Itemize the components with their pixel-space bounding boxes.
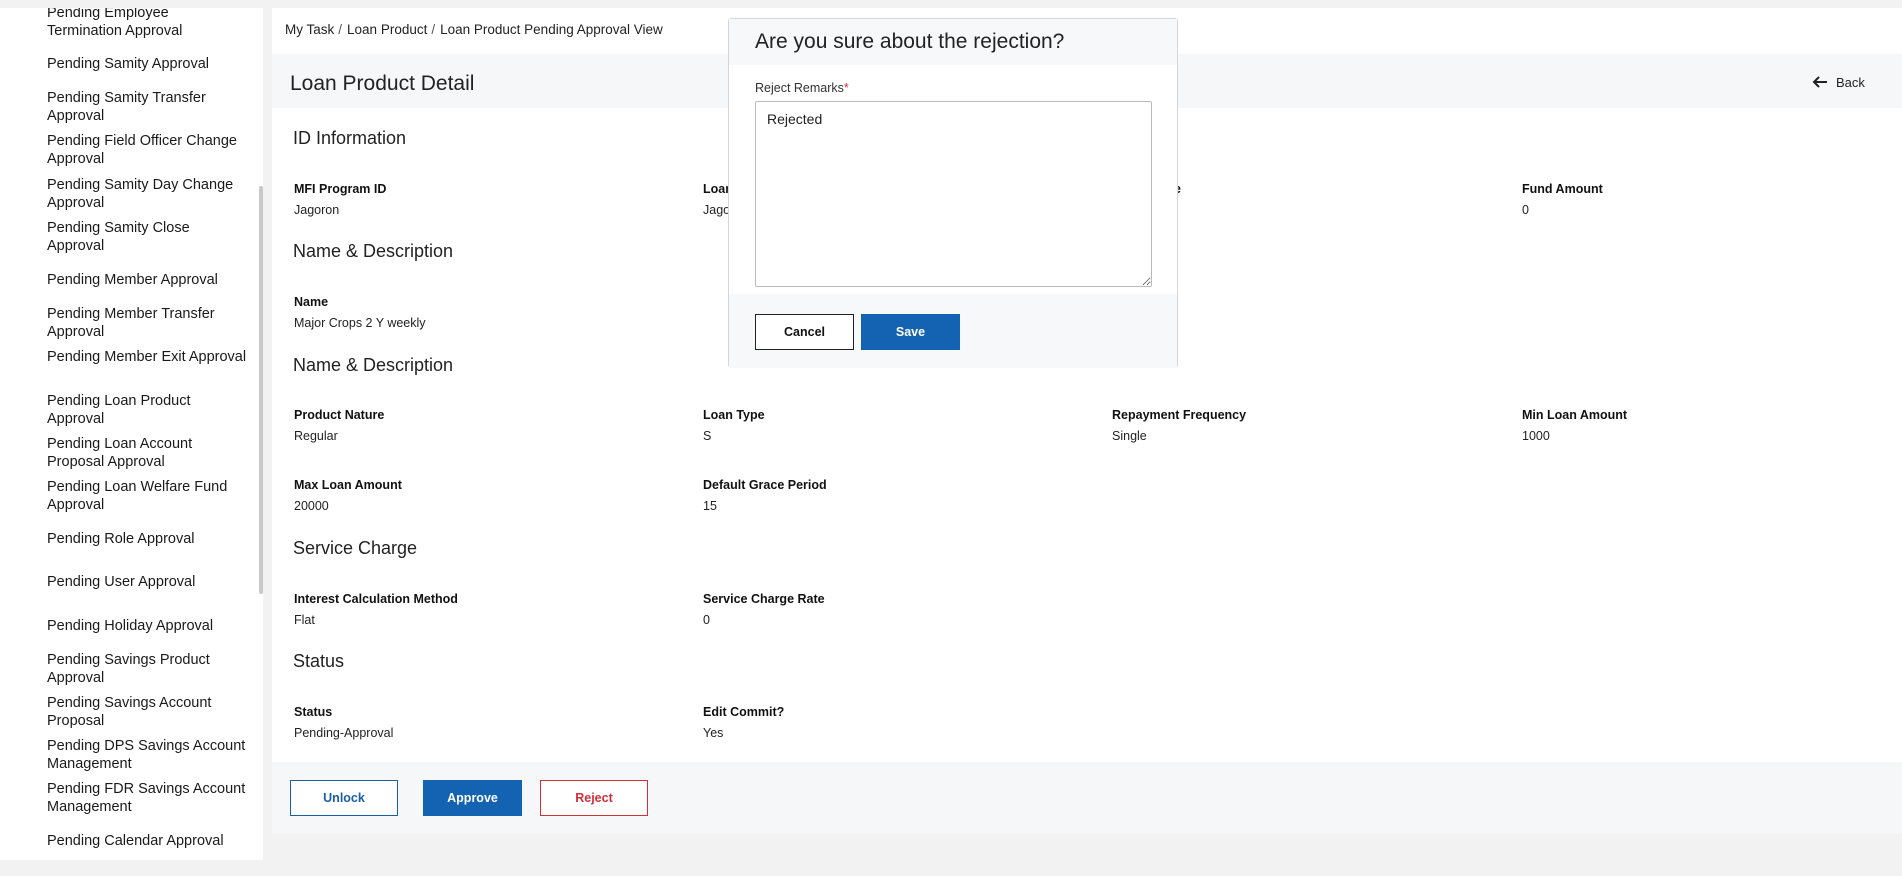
- section-title-status: Status: [293, 651, 345, 671]
- field-value-service-charge-rate: 0: [703, 613, 710, 627]
- field-label-loan-type: Loan Type: [703, 408, 765, 422]
- field-value-interest-calculation-method: Flat: [294, 613, 315, 627]
- required-marker: *: [843, 81, 849, 95]
- sidebar-item-calendar-approval[interactable]: Pending Calendar Approval: [47, 832, 247, 850]
- field-value-max-loan-amount: 20000: [294, 499, 329, 513]
- reject-remarks-input[interactable]: Rejected: [755, 101, 1152, 287]
- field-label-mfi-program-id: MFI Program ID: [294, 182, 387, 196]
- save-button[interactable]: Save: [861, 314, 960, 350]
- section-title-name-description: Name & Description: [293, 241, 454, 261]
- field-label-product-nature: Product Nature: [294, 408, 385, 422]
- sidebar-item-member-transfer[interactable]: Pending Member Transfer Approval: [47, 305, 247, 341]
- breadcrumb-separator: /: [431, 22, 436, 37]
- reject-confirmation-dialog: Are you sure about the rejection? Reject…: [728, 18, 1178, 368]
- field-label-edit-commit: Edit Commit?: [703, 705, 785, 719]
- dialog-title: Are you sure about the rejection?: [755, 30, 1065, 53]
- field-value-min-loan-amount: 1000: [1522, 429, 1550, 443]
- sidebar-item-savings-account-proposal[interactable]: Pending Savings Account Proposal: [47, 694, 247, 730]
- field-value-status: Pending-Approval: [294, 726, 394, 740]
- field-value-mfi-program-id: Jagoron: [294, 203, 340, 217]
- back-button[interactable]: Back: [1812, 74, 1865, 90]
- breadcrumb-my-task[interactable]: My Task: [285, 22, 334, 37]
- field-label-max-loan-amount: Max Loan Amount: [294, 478, 402, 492]
- arrow-left-icon: [1812, 76, 1827, 88]
- sidebar-item-savings-product[interactable]: Pending Savings Product Approval: [47, 651, 247, 687]
- reject-remarks-label: Reject Remarks*: [755, 81, 849, 95]
- breadcrumb-current: Loan Product Pending Approval View: [440, 22, 663, 37]
- field-label-status: Status: [294, 705, 333, 719]
- breadcrumb: My Task / Loan Product / Loan Product Pendin…: [285, 22, 667, 37]
- sidebar-item-employee-termination[interactable]: Pending Employee Termination Approval: [47, 8, 247, 40]
- sidebar-item-holiday-approval[interactable]: Pending Holiday Approval: [47, 617, 247, 635]
- unlock-button[interactable]: Unlock: [290, 780, 398, 816]
- field-value-loan-type: S: [703, 429, 712, 443]
- sidebar-item-user-approval[interactable]: Pending User Approval: [47, 573, 247, 591]
- field-label-service-charge-rate: Service Charge Rate: [703, 592, 825, 606]
- breadcrumb-loan-product[interactable]: Loan Product: [347, 22, 427, 37]
- sidebar-item-loan-welfare-fund[interactable]: Pending Loan Welfare Fund Approval: [47, 478, 247, 514]
- reject-button[interactable]: Reject: [540, 780, 648, 816]
- field-value-loan: Jago: [703, 203, 731, 217]
- field-value-default-grace-period: 15: [703, 499, 717, 513]
- field-label-name: Name: [294, 295, 329, 309]
- sidebar-scrollbar[interactable]: [259, 186, 263, 594]
- field-label-interest-calculation-method: Interest Calculation Method: [294, 592, 458, 606]
- sidebar-item-samity-approval[interactable]: Pending Samity Approval: [47, 55, 247, 73]
- section-title-id-information: ID Information: [293, 128, 407, 148]
- field-label-fund-amount: Fund Amount: [1522, 182, 1603, 196]
- sidebar-item-fdr-savings[interactable]: Pending FDR Savings Account Management: [47, 780, 247, 816]
- field-value-repayment-frequency: Single: [1112, 429, 1147, 443]
- sidebar-item-member-exit[interactable]: Pending Member Exit Approval: [47, 348, 247, 366]
- section-title-service-charge: Service Charge: [293, 538, 418, 558]
- reject-remarks-label-text: Reject Remarks: [755, 81, 844, 95]
- approve-button[interactable]: Approve: [423, 780, 522, 816]
- field-label-default-grace-period: Default Grace Period: [703, 478, 827, 492]
- sidebar: Pending Employee Termination Approval Pe…: [0, 8, 263, 860]
- sidebar-item-member-approval[interactable]: Pending Member Approval: [47, 271, 247, 289]
- sidebar-item-role-approval[interactable]: Pending Role Approval: [47, 530, 247, 548]
- sidebar-item-dps-savings[interactable]: Pending DPS Savings Account Management: [47, 737, 247, 773]
- field-label-repayment-frequency: Repayment Frequency: [1112, 408, 1247, 422]
- field-value-edit-commit: Yes: [703, 726, 724, 740]
- sidebar-item-field-officer-change[interactable]: Pending Field Officer Change Approval: [47, 132, 247, 168]
- sidebar-item-samity-day-change[interactable]: Pending Samity Day Change Approval: [47, 176, 247, 212]
- field-value-product-nature: Regular: [294, 429, 338, 443]
- field-label-min-loan-amount: Min Loan Amount: [1522, 408, 1628, 422]
- field-value-fund-amount: 0: [1522, 203, 1529, 217]
- sidebar-item-loan-account-proposal[interactable]: Pending Loan Account Proposal Approval: [47, 435, 247, 471]
- sidebar-item-samity-transfer[interactable]: Pending Samity Transfer Approval: [47, 89, 247, 125]
- page-title: Loan Product Detail: [290, 72, 475, 95]
- cancel-button[interactable]: Cancel: [755, 314, 854, 350]
- sidebar-item-samity-close[interactable]: Pending Samity Close Approval: [47, 219, 247, 255]
- sidebar-item-loan-product[interactable]: Pending Loan Product Approval: [47, 392, 247, 428]
- section-title-name-description-2: Name & Description: [293, 355, 454, 375]
- breadcrumb-separator: /: [338, 22, 343, 37]
- field-value-name: Major Crops 2 Y weekly: [294, 316, 426, 330]
- back-label: Back: [1836, 74, 1865, 90]
